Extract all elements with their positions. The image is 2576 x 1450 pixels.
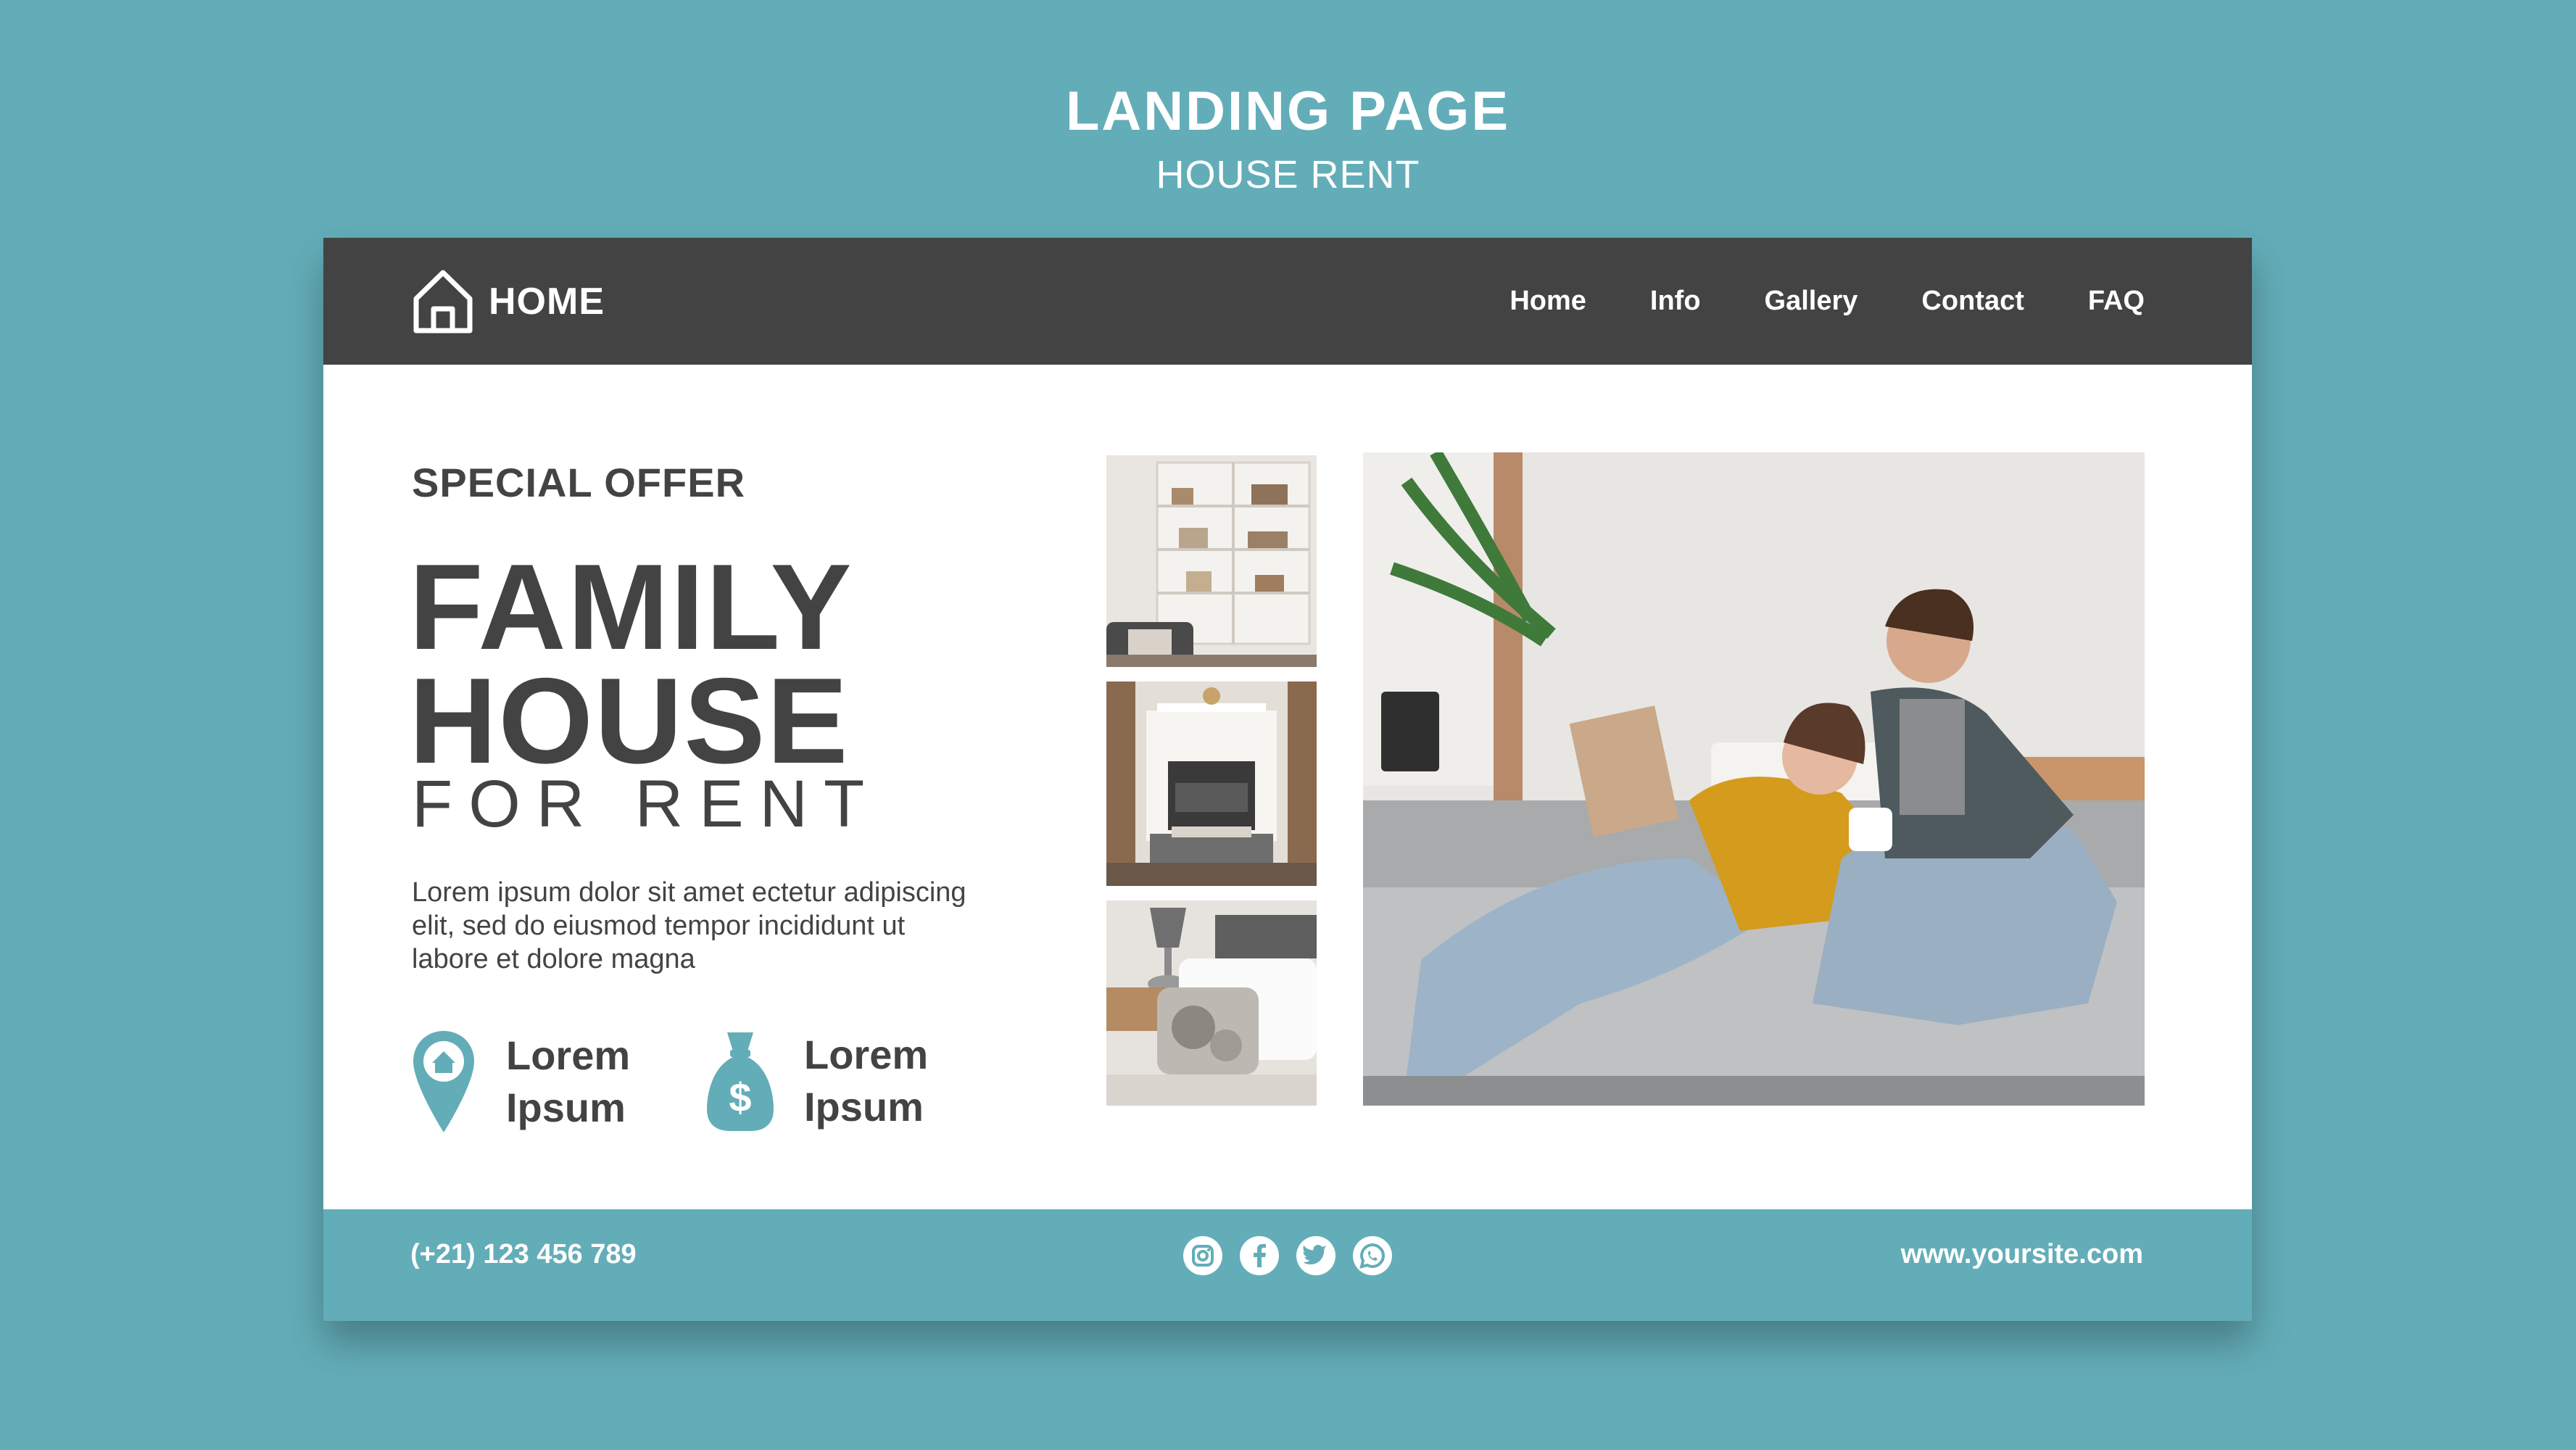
feature-price-line2: Ipsum	[804, 1083, 924, 1130]
feature-price-line1: Lorem	[804, 1031, 929, 1077]
nav-link-faq[interactable]: FAQ	[2088, 286, 2145, 317]
nav-link-gallery[interactable]: Gallery	[1765, 286, 1858, 317]
facebook-icon[interactable]	[1239, 1235, 1280, 1276]
website-link[interactable]: www.yoursite.com	[1901, 1209, 2143, 1299]
bedroom-lamp-photo	[1106, 900, 1317, 1106]
gallery-thumb-bookshelf[interactable]	[1106, 455, 1317, 667]
feature-location-line1: Lorem	[506, 1032, 631, 1078]
feature-location: Lorem Ipsum	[410, 1028, 630, 1135]
svg-text:$: $	[729, 1074, 751, 1120]
special-offer-label: SPECIAL OFFER	[412, 460, 746, 505]
navbar: HOME Home Info Gallery Contact FAQ	[323, 238, 2252, 365]
feature-location-line2: Ipsum	[506, 1085, 626, 1130]
main-nav: Home Info Gallery Contact FAQ	[1509, 238, 2145, 365]
fireplace-living-room-photo	[1106, 682, 1317, 886]
phone-number[interactable]: (+21) 123 456 789	[410, 1209, 637, 1299]
main-photo-couple	[1363, 452, 2145, 1106]
twitter-icon[interactable]	[1296, 1235, 1336, 1276]
brand-label: HOME	[489, 280, 605, 323]
house-icon	[413, 270, 473, 334]
headline-family: FAMILY	[409, 539, 853, 675]
gallery-thumb-fireplace[interactable]	[1106, 682, 1317, 886]
presentation-title: LANDING PAGE	[1065, 80, 1511, 142]
social-links	[1183, 1235, 1393, 1276]
whatsapp-icon[interactable]	[1352, 1235, 1393, 1276]
headline-for-rent: FOR RENT	[412, 767, 881, 841]
hero-description: Lorem ipsum dolor sit amet ectetur adipi…	[412, 877, 966, 974]
instagram-icon[interactable]	[1183, 1235, 1223, 1276]
location-pin-house-icon	[413, 1031, 474, 1132]
landing-page-card: HOME Home Info Gallery Contact FAQ SPECI…	[323, 238, 2252, 1321]
gallery-thumb-bedroom[interactable]	[1106, 900, 1317, 1106]
nav-link-home[interactable]: Home	[1509, 286, 1586, 317]
footer: (+21) 123 456 789 www.yoursite.com	[323, 1209, 2252, 1321]
feature-price: $ Lorem Ipsum	[704, 1028, 928, 1133]
presentation-subtitle: HOUSE RENT	[1156, 153, 1420, 196]
nav-link-info[interactable]: Info	[1650, 286, 1701, 317]
nav-link-contact[interactable]: Contact	[1921, 286, 2024, 317]
bookshelf-room-photo	[1106, 455, 1317, 667]
couple-on-sofa-photo	[1363, 452, 2145, 1106]
headline-house: HOUSE	[409, 652, 850, 789]
money-bag-icon: $	[707, 1032, 774, 1131]
brand-logo[interactable]: HOME	[410, 267, 605, 336]
